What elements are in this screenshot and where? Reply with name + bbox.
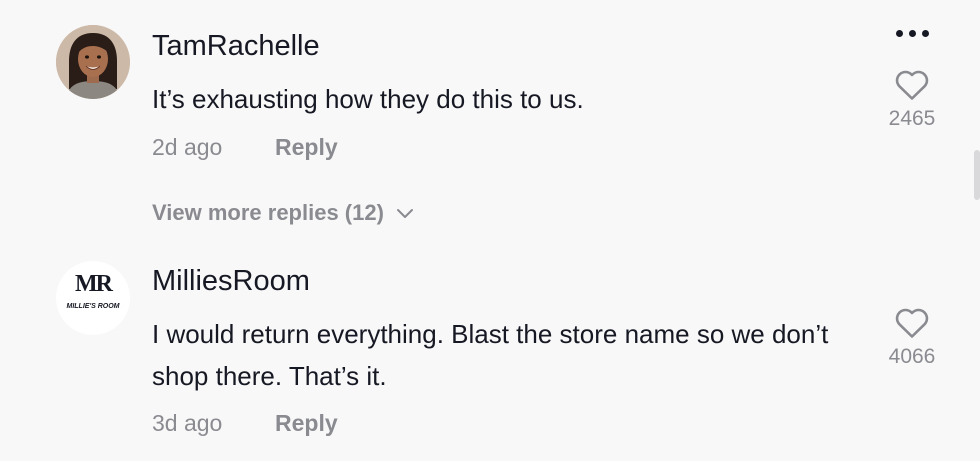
chevron-down-icon [396,208,413,218]
avatar-tamrachelle[interactable] [56,25,130,99]
reply-button[interactable]: Reply [275,410,338,437]
like-count: 2465 [888,107,936,130]
scrollbar-thumb[interactable] [974,150,980,200]
comment-username[interactable]: TamRachelle [152,30,320,63]
heart-outline-icon [895,70,929,100]
like-button[interactable]: 4066 [872,308,952,369]
comment-timestamp: 3d ago [152,410,223,436]
reply-button[interactable]: Reply [275,134,338,161]
more-options-icon [895,29,903,37]
comment-username[interactable]: MilliesRoom [152,265,310,298]
view-more-replies-button[interactable]: View more replies (12) [152,200,414,226]
brand-logo-subtext: MILLIE'S ROOM [66,303,120,310]
avatar-milliesroom[interactable]: MR MILLIE'S ROOM [56,261,130,335]
heart-outline-icon [895,308,929,338]
comment-text: It’s exhausting how they do this to us. [152,84,584,114]
view-more-replies-label: View more replies (12) [152,200,384,225]
brand-logo: MR [75,271,113,297]
comment-timestamp: 2d ago [152,134,223,160]
like-count: 4066 [888,345,936,368]
like-button[interactable]: 2465 [872,70,952,131]
comment-text: I would return everything. Blast the sto… [152,319,829,391]
user-photo-avatar [56,25,130,99]
more-options-button[interactable] [890,20,934,46]
